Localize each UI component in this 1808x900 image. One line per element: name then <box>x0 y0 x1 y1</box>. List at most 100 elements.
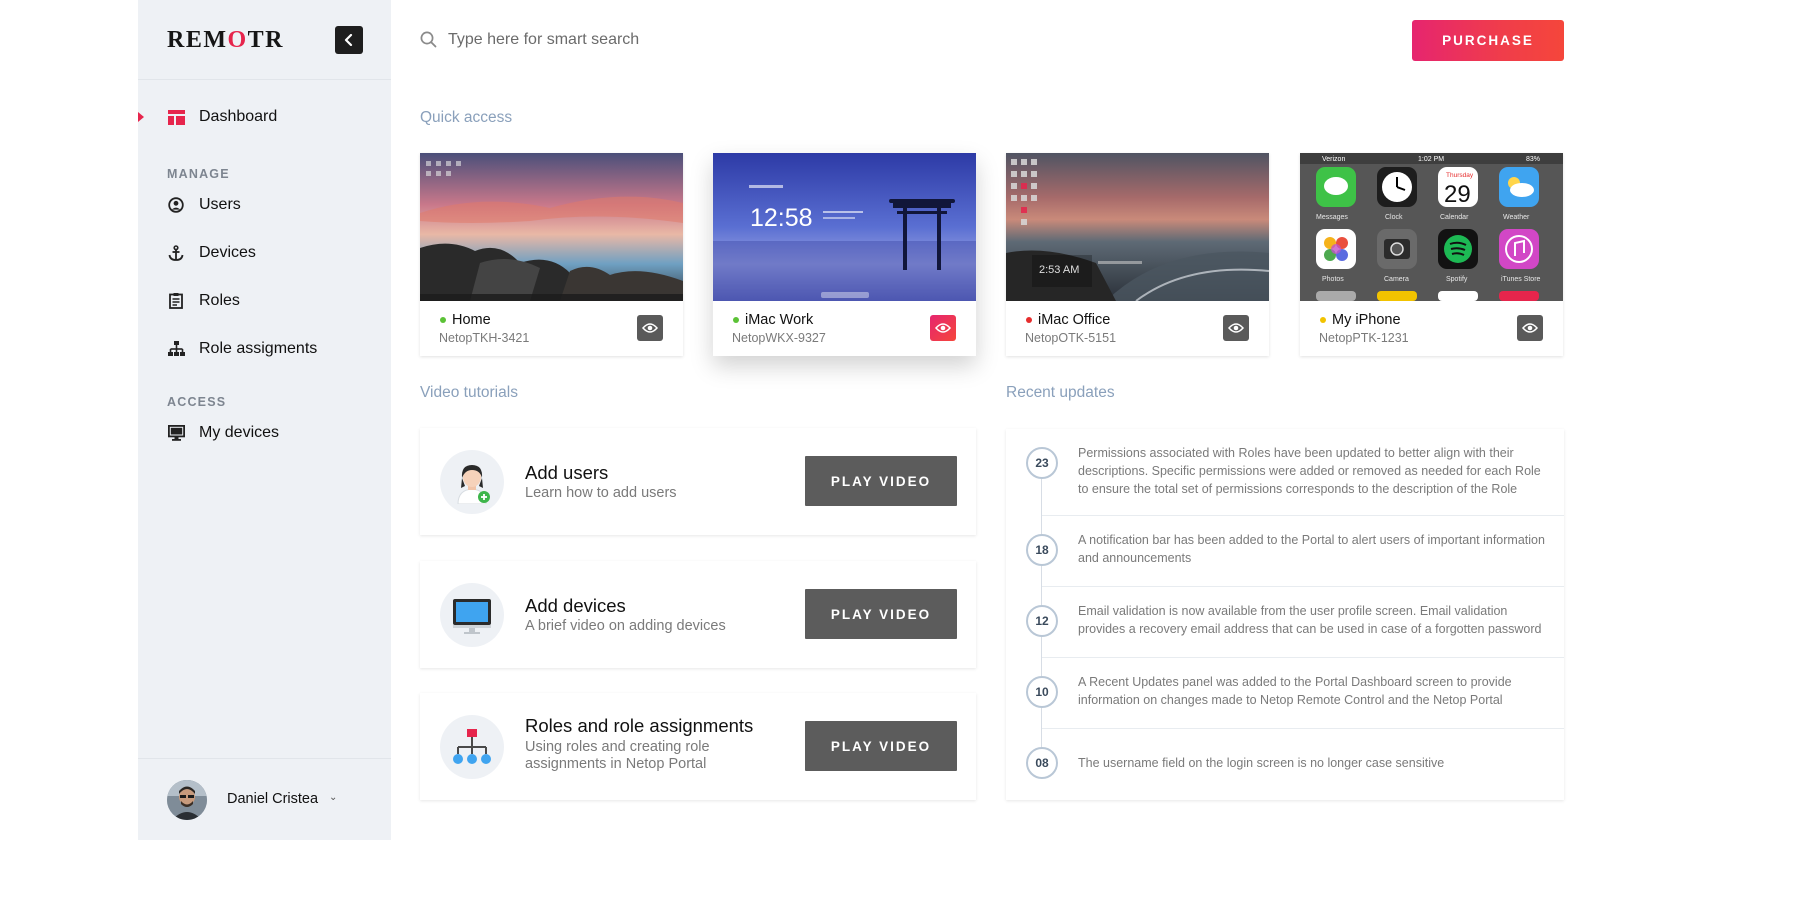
device-screenshot-thumbnail[interactable] <box>420 153 683 301</box>
update-text: Permissions associated with Roles have b… <box>1078 446 1541 496</box>
sidebar-item-users[interactable]: Users <box>167 193 241 217</box>
desktop-monitor-icon <box>440 583 504 647</box>
status-dot-offline <box>1026 317 1032 323</box>
video-description: A brief video on adding devices <box>525 618 726 634</box>
sidebar-item-roles[interactable]: Roles <box>167 289 240 313</box>
section-label-manage: MANAGE <box>167 167 230 181</box>
sidebar: REMOTR Dashboard MANAGE Users Devices Ro… <box>138 0 391 840</box>
app-label: Messages <box>1316 214 1348 221</box>
phone-battery: 83% <box>1526 156 1540 163</box>
chevron-down-icon: ⌄ <box>329 792 338 803</box>
anchor-icon <box>167 244 185 262</box>
org-chart-icon <box>440 715 504 779</box>
update-text: The username field on the login screen i… <box>1078 756 1445 770</box>
search-input[interactable] <box>448 26 948 54</box>
update-badge: 10 <box>1026 676 1058 708</box>
sitemap-icon <box>167 340 185 358</box>
device-name: iMac Work <box>745 312 814 328</box>
sidebar-item-label: Dashboard <box>199 108 278 125</box>
update-text: Email validation is now available from t… <box>1078 604 1542 636</box>
search-icon <box>420 31 437 53</box>
update-divider <box>1042 728 1564 729</box>
eye-icon <box>935 323 951 333</box>
clipboard-list-icon <box>167 292 185 310</box>
phone-time: 1:02 PM <box>1418 156 1444 163</box>
sidebar-item-label: Roles <box>199 292 240 309</box>
video-title: Roles and role assignments <box>525 715 754 736</box>
collapse-sidebar-button[interactable] <box>335 26 363 54</box>
monitor-icon <box>167 424 185 442</box>
app-label: Photos <box>1322 276 1344 283</box>
dashboard-icon <box>167 108 185 126</box>
device-screenshot-thumbnail[interactable]: 12:58 <box>713 153 976 301</box>
app-label: Camera <box>1384 276 1409 283</box>
update-divider <box>1042 515 1564 516</box>
app-label: Weather <box>1503 214 1530 221</box>
device-name: Home <box>452 312 491 328</box>
video-tutorials-title: Video tutorials <box>420 384 518 401</box>
brand-logo[interactable]: REMOTR <box>167 27 284 54</box>
video-card-add-devices: Add devices A brief video on adding devi… <box>420 561 976 668</box>
user-profile-menu[interactable]: Daniel Cristea ⌄ <box>138 758 391 840</box>
play-video-button[interactable]: PLAY VIDEO <box>805 721 957 771</box>
sidebar-item-role-assignments[interactable]: Role assigments <box>167 337 317 361</box>
recent-updates-title: Recent updates <box>1006 384 1115 401</box>
device-id: NetopOTK-5151 <box>1025 331 1117 345</box>
view-device-button[interactable] <box>1223 315 1249 341</box>
device-screenshot-thumbnail[interactable]: 2:53 AM <box>1006 153 1269 301</box>
device-card-home[interactable]: Home NetopTKH-3421 <box>420 153 683 356</box>
eye-icon <box>1522 323 1538 333</box>
sidebar-item-label: My devices <box>199 424 280 441</box>
active-nav-indicator <box>138 112 144 122</box>
view-device-button[interactable] <box>637 315 663 341</box>
device-id: NetopPTK-1231 <box>1319 331 1409 345</box>
calendar-date: 29 <box>1444 181 1471 208</box>
device-card-imac-office[interactable]: 2:53 AM iMac Office NetopOTK-5151 <box>1006 153 1269 356</box>
add-user-avatar-icon <box>440 450 504 514</box>
device-name: My iPhone <box>1332 312 1401 328</box>
update-divider <box>1042 586 1564 587</box>
update-badge: 12 <box>1026 605 1058 637</box>
device-card-my-iphone[interactable]: Verizon 1:02 PM 83% Thursday 29 Messages… <box>1300 153 1563 356</box>
screen-clock: 2:53 AM <box>1039 264 1079 276</box>
app-label: iTunes Store <box>1501 276 1541 283</box>
quick-access-title: Quick access <box>420 109 513 126</box>
video-description: Learn how to add users <box>525 485 677 501</box>
update-badge: 23 <box>1026 447 1058 479</box>
video-description: Using roles and creating role assignment… <box>525 739 710 772</box>
update-badge: 08 <box>1026 747 1058 779</box>
device-card-imac-work[interactable]: 12:58 iMac Work NetopWKX-9327 <box>713 153 976 356</box>
device-id: NetopTKH-3421 <box>439 331 530 345</box>
update-text: A notification bar has been added to the… <box>1078 533 1545 565</box>
video-title: Add devices <box>525 595 626 616</box>
sidebar-item-label: Role assigments <box>199 340 318 357</box>
status-dot-online <box>440 317 446 323</box>
recent-updates-panel: 23 Permissions associated with Roles hav… <box>1006 429 1564 800</box>
avatar <box>167 780 207 820</box>
section-label-access: ACCESS <box>167 395 227 409</box>
screen-clock: 12:58 <box>750 204 813 232</box>
view-device-button[interactable] <box>1517 315 1543 341</box>
app-label: Spotify <box>1446 276 1468 283</box>
device-id: NetopWKX-9327 <box>732 331 826 345</box>
sidebar-item-devices[interactable]: Devices <box>167 241 256 265</box>
update-text: A Recent Updates panel was added to the … <box>1078 675 1512 707</box>
video-card-roles: Roles and role assignments Using roles a… <box>420 693 976 800</box>
view-device-button[interactable] <box>930 315 956 341</box>
device-screenshot-thumbnail[interactable]: Verizon 1:02 PM 83% Thursday 29 Messages… <box>1300 153 1563 301</box>
sidebar-item-my-devices[interactable]: My devices <box>167 421 279 445</box>
profile-name: Daniel Cristea <box>227 791 319 807</box>
user-circle-icon <box>167 196 185 214</box>
status-dot-away <box>1320 317 1326 323</box>
play-video-button[interactable]: PLAY VIDEO <box>805 589 957 639</box>
play-video-button[interactable]: PLAY VIDEO <box>805 456 957 506</box>
video-card-add-users: Add users Learn how to add users PLAY VI… <box>420 428 976 535</box>
sidebar-item-dashboard[interactable]: Dashboard <box>167 105 277 129</box>
calendar-day: Thursday <box>1446 172 1474 179</box>
sidebar-item-label: Devices <box>199 244 256 261</box>
purchase-button[interactable]: PURCHASE <box>1412 20 1564 61</box>
app-label: Clock <box>1385 214 1403 221</box>
phone-carrier: Verizon <box>1322 156 1345 163</box>
eye-icon <box>1228 323 1244 333</box>
device-name: iMac Office <box>1038 312 1111 328</box>
